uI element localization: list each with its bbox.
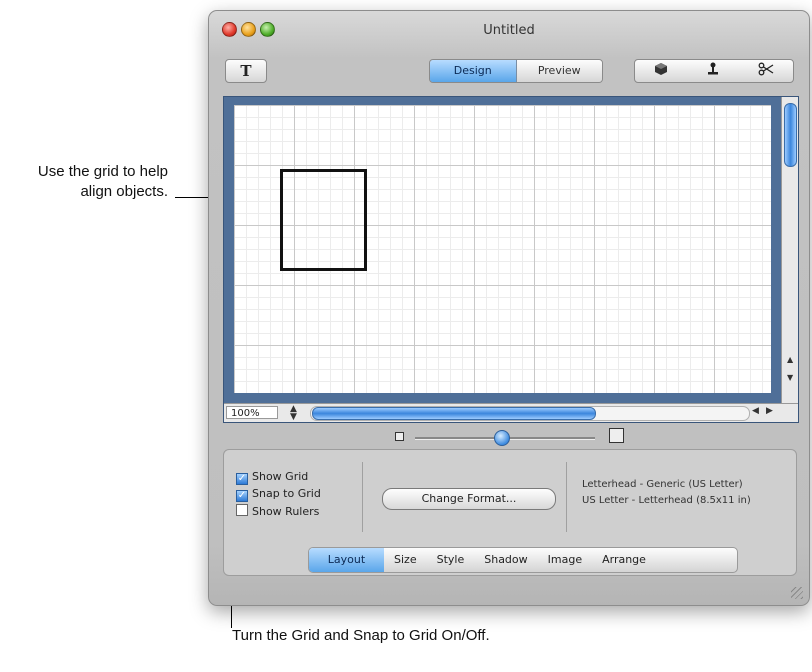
resize-grip-icon[interactable] xyxy=(791,587,803,599)
show-grid-checkbox[interactable]: ✓ Show Grid xyxy=(236,470,308,485)
horizontal-scroll-thumb[interactable] xyxy=(312,407,596,420)
grid-help-callout: Use the grid to help align objects. xyxy=(37,163,168,200)
zoom-in-square-icon[interactable] xyxy=(609,428,624,443)
stamp-icon[interactable] xyxy=(706,62,720,80)
tab-image[interactable]: Image xyxy=(538,548,592,572)
change-format-button[interactable]: Change Format... xyxy=(382,488,556,510)
snap-to-grid-label: Snap to Grid xyxy=(252,487,321,500)
zoom-slider[interactable] xyxy=(395,428,625,448)
zoom-slider-knob[interactable] xyxy=(494,430,510,446)
tab-design[interactable]: Design xyxy=(430,60,517,82)
zoom-out-square-icon[interactable] xyxy=(395,432,404,441)
text-tool-button[interactable]: T xyxy=(225,59,267,83)
vertical-scroll-thumb[interactable] xyxy=(784,103,797,167)
vertical-scrollbar[interactable]: ▲ ▼ xyxy=(781,97,798,404)
scroll-down-arrow-icon[interactable]: ▼ xyxy=(787,373,793,382)
snap-help-callout: Turn the Grid and Snap to Grid On/Off. xyxy=(232,627,490,644)
checkmark-icon[interactable]: ✓ xyxy=(236,473,248,485)
tab-shadow[interactable]: Shadow xyxy=(474,548,537,572)
scroll-up-arrow-icon[interactable]: ▲ xyxy=(787,355,793,364)
zoom-field[interactable]: 100% xyxy=(226,406,278,419)
rectangle-object[interactable] xyxy=(280,169,367,271)
app-window: Untitled T Design Preview ▲ ▼ 100% ▲ ▼ ◀… xyxy=(208,10,810,606)
unchecked-box-icon[interactable] xyxy=(236,504,248,516)
tab-layout[interactable]: Layout xyxy=(309,548,384,572)
snap-to-grid-checkbox[interactable]: ✓ Snap to Grid xyxy=(236,487,321,502)
tab-preview[interactable]: Preview xyxy=(516,60,602,82)
show-rulers-label: Show Rulers xyxy=(252,505,320,518)
tab-size[interactable]: Size xyxy=(384,548,427,572)
mode-segmented-control: Design Preview xyxy=(429,59,603,83)
object-tools xyxy=(634,59,794,83)
inspector-tabs: Layout Size Style Shadow Image Arrange xyxy=(308,547,738,573)
window-title: Untitled xyxy=(483,23,535,38)
scissors-icon[interactable] xyxy=(758,62,774,80)
format-size: US Letter - Letterhead (8.5x11 in) xyxy=(582,495,751,506)
show-grid-label: Show Grid xyxy=(252,470,309,483)
panel-divider xyxy=(362,462,363,532)
zoom-stepper-icon[interactable]: ▲ ▼ xyxy=(290,405,297,422)
checkmark-icon[interactable]: ✓ xyxy=(236,490,248,502)
inspector-panel: ✓ Show Grid ✓ Snap to Grid Show Rulers Cha… xyxy=(223,449,797,576)
cube-icon[interactable] xyxy=(654,62,668,80)
show-rulers-checkbox[interactable]: Show Rulers xyxy=(236,504,319,518)
panel-divider xyxy=(566,462,567,532)
title-bar[interactable]: Untitled xyxy=(209,11,809,43)
format-name: Letterhead - Generic (US Letter) xyxy=(582,479,743,490)
canvas-frame: ▲ ▼ 100% ▲ ▼ ◀ ▶ xyxy=(223,96,799,423)
tab-style[interactable]: Style xyxy=(427,548,475,572)
scroll-right-arrow-icon[interactable]: ▶ xyxy=(766,406,773,416)
design-canvas-grid[interactable] xyxy=(234,105,771,393)
tab-arrange[interactable]: Arrange xyxy=(592,548,656,572)
scroll-left-arrow-icon[interactable]: ◀ xyxy=(752,406,759,416)
horizontal-bar: 100% ▲ ▼ ◀ ▶ xyxy=(224,403,798,422)
